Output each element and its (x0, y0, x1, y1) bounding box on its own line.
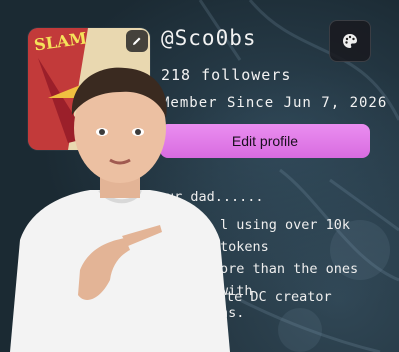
pencil-icon (133, 37, 141, 45)
theme-button[interactable] (329, 20, 371, 62)
meme-person-overlay (10, 67, 230, 352)
avatar-edit-button[interactable] (126, 30, 148, 52)
palette-icon (343, 34, 357, 48)
username: @Sco0bs (161, 26, 257, 50)
bio-creator-line: te DC creator (226, 289, 332, 305)
